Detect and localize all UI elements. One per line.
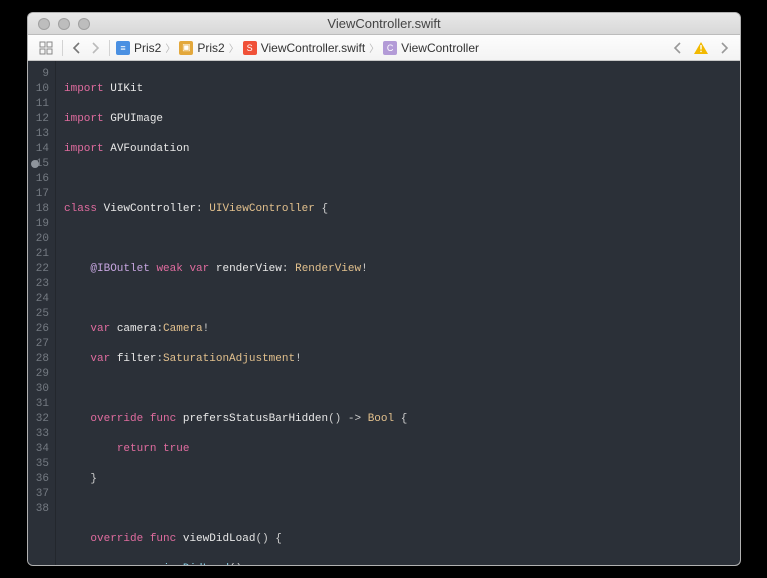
next-issue-button[interactable]: [715, 39, 734, 57]
call-viewdidload: viewDidLoad: [156, 563, 229, 565]
ty-camera: Camera: [163, 323, 203, 335]
kw-class: class: [64, 203, 97, 215]
chevron-right-icon: 〉: [367, 40, 381, 55]
decl-camera: camera: [117, 323, 157, 335]
func-prefers: prefersStatusBarHidden: [183, 413, 328, 425]
breadcrumb-folder[interactable]: ▣ Pris2: [177, 41, 226, 55]
class-icon: C: [383, 41, 397, 55]
breadcrumb-label: Pris2: [197, 41, 224, 55]
breadcrumb-file[interactable]: S ViewController.swift: [241, 41, 367, 55]
chevron-right-icon: 〉: [227, 40, 241, 55]
mod-gpuimage: GPUImage: [110, 113, 163, 125]
kw-func: func: [150, 413, 176, 425]
decl-filter: filter: [117, 353, 157, 365]
breadcrumb: ≡ Pris2 〉 ▣ Pris2 〉 S ViewController.swi…: [114, 40, 668, 55]
code-area[interactable]: import UIKit import GPUImage import AVFo…: [56, 61, 740, 565]
kw-import: import: [64, 83, 104, 95]
code-editor[interactable]: 9101112 13141516 17181920 21222324 25262…: [28, 61, 740, 565]
kw-override: override: [90, 413, 143, 425]
ty-renderview: RenderView: [295, 263, 361, 275]
breadcrumb-label: ViewController: [401, 41, 479, 55]
mod-avf: AVFoundation: [110, 143, 189, 155]
lit-true: true: [163, 443, 189, 455]
minimize-icon[interactable]: [58, 18, 70, 30]
xcode-window: ViewController.swift ≡ Pris2 〉 ▣ Pr: [27, 12, 741, 566]
zoom-icon[interactable]: [78, 18, 90, 30]
kw-super: super: [117, 563, 150, 565]
kw-func: func: [150, 533, 176, 545]
classname: ViewController: [104, 203, 196, 215]
nav-toolbar: ≡ Pris2 〉 ▣ Pris2 〉 S ViewController.swi…: [28, 35, 740, 61]
breadcrumb-symbol[interactable]: C ViewController: [381, 41, 481, 55]
decl-renderview: renderView: [216, 263, 282, 275]
breadcrumb-label: Pris2: [134, 41, 161, 55]
traffic-lights: [38, 18, 90, 30]
func-viewdidload: viewDidLoad: [183, 533, 256, 545]
kw-override: override: [90, 533, 143, 545]
kw-var: var: [189, 263, 209, 275]
breadcrumb-label: ViewController.swift: [261, 41, 365, 55]
kw-var: var: [90, 353, 110, 365]
kw-var: var: [90, 323, 110, 335]
mod-uikit: UIKit: [110, 83, 143, 95]
kw-weak: weak: [156, 263, 182, 275]
back-button[interactable]: [67, 39, 86, 57]
attr-iboutlet: @IBOutlet: [90, 263, 149, 275]
prev-issue-button[interactable]: [668, 39, 687, 57]
forward-button[interactable]: [86, 39, 105, 57]
close-icon[interactable]: [38, 18, 50, 30]
ty-bool: Bool: [368, 413, 394, 425]
line-gutter[interactable]: 9101112 13141516 17181920 21222324 25262…: [28, 61, 56, 565]
breadcrumb-project[interactable]: ≡ Pris2: [114, 41, 163, 55]
folder-icon: ▣: [179, 41, 193, 55]
project-icon: ≡: [116, 41, 130, 55]
chevron-right-icon: 〉: [163, 40, 177, 55]
window-title: ViewController.swift: [28, 16, 740, 31]
ty-satadj: SaturationAdjustment: [163, 353, 295, 365]
superclass: UIViewController: [209, 203, 315, 215]
kw-import: import: [64, 143, 104, 155]
kw-import: import: [64, 113, 104, 125]
kw-return: return: [117, 443, 157, 455]
swift-file-icon: S: [243, 41, 257, 55]
titlebar[interactable]: ViewController.swift: [28, 13, 740, 35]
related-items-icon[interactable]: [34, 39, 58, 57]
warning-icon[interactable]: [689, 39, 713, 57]
